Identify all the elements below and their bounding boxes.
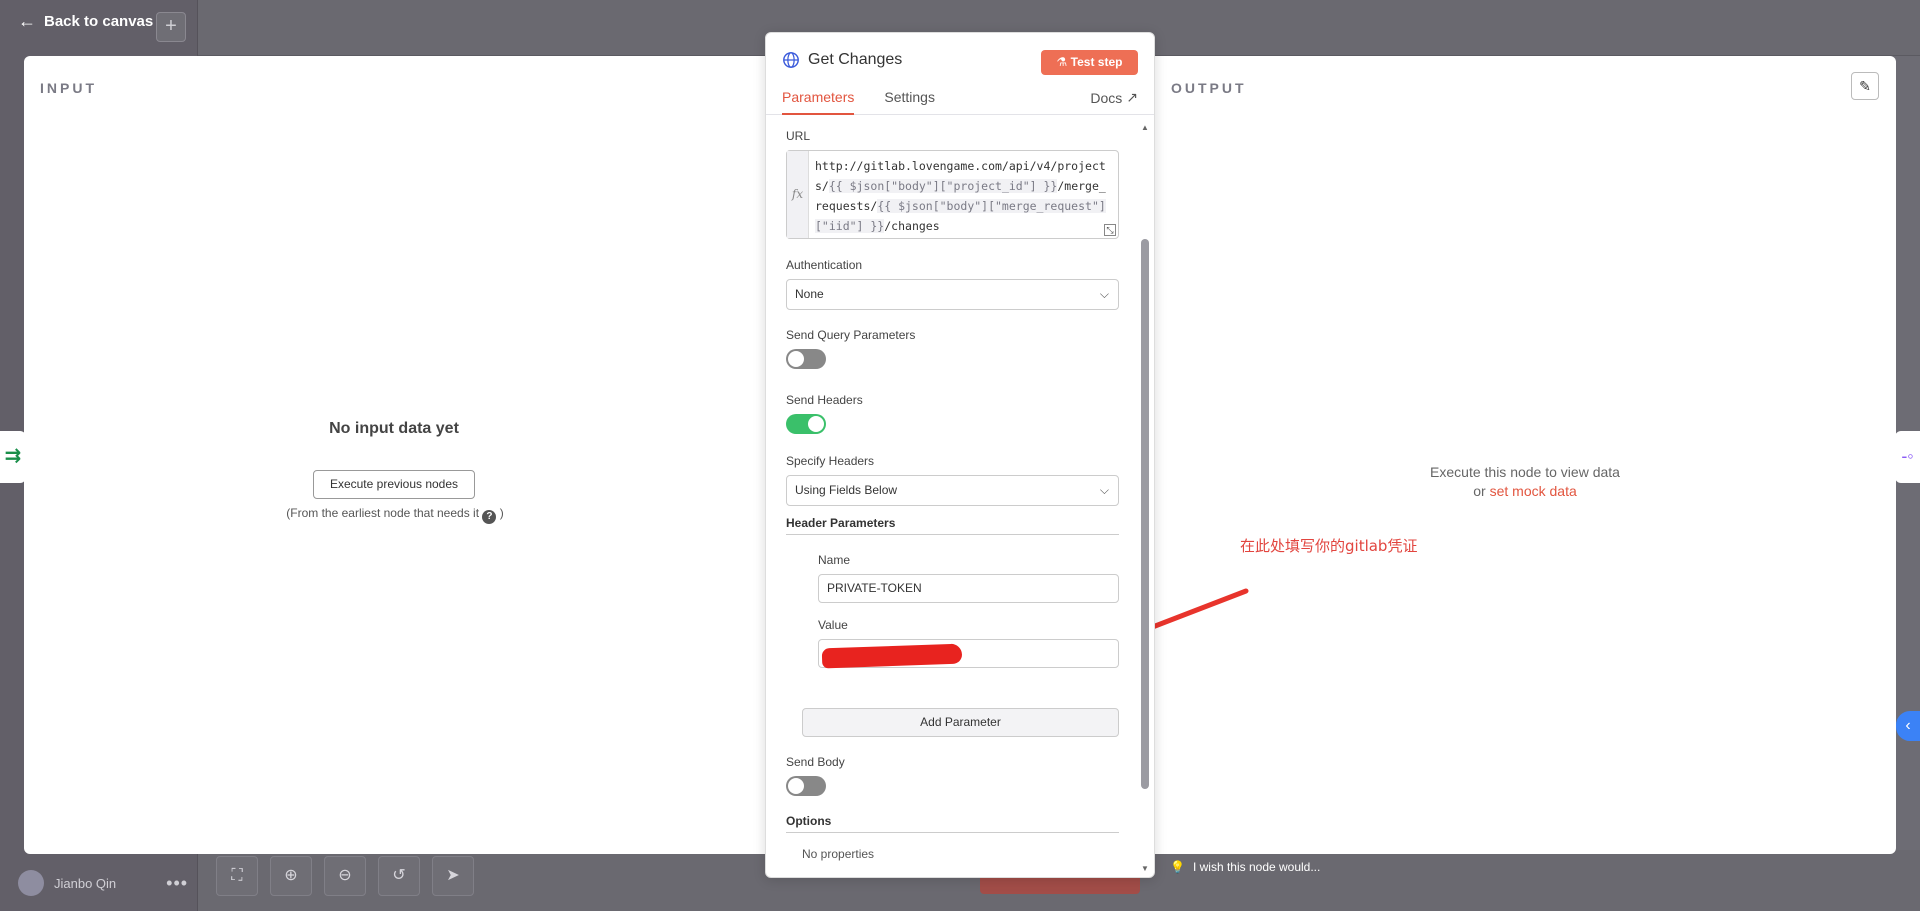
add-parameter-button[interactable]: Add Parameter <box>802 708 1119 737</box>
header-value-input[interactable] <box>818 639 1119 669</box>
chevron-down-icon: ⌵ <box>1099 287 1109 301</box>
tab-parameters[interactable]: Parameters <box>782 89 855 115</box>
no-properties-text: No properties <box>802 847 875 861</box>
user-name: Jianbo Qin <box>54 875 117 891</box>
parameters-form: URL fx http://gitlab.lovengame.com/api/v… <box>766 115 1146 877</box>
earliest-node-hint: (From the earliest node that needs it ? … <box>286 506 504 524</box>
input-pane-title: INPUT <box>40 80 97 96</box>
test-step-button[interactable]: ⚗ Test step <box>1041 50 1138 75</box>
pencil-icon: ✎ <box>1859 78 1871 94</box>
send-headers-toggle[interactable] <box>786 414 826 434</box>
send-headers-label: Send Headers <box>786 393 863 407</box>
output-pane-title: OUTPUT <box>1171 80 1247 96</box>
fit-view-button[interactable]: ⛶ <box>216 856 258 896</box>
specify-headers-select[interactable]: Using Fields Below ⌵ <box>786 475 1119 506</box>
node-title[interactable]: Get Changes <box>782 51 902 69</box>
add-workflow-button[interactable]: + <box>156 12 186 42</box>
scroll-thumb[interactable] <box>1141 239 1149 789</box>
reset-zoom-button[interactable]: ↺ <box>378 856 420 896</box>
zoom-out-button[interactable]: ⊖ <box>324 856 366 896</box>
expand-icon[interactable]: ⤡ <box>1104 224 1116 236</box>
node-tabs: Parameters Settings <box>782 89 965 115</box>
authentication-select[interactable]: None ⌵ <box>786 279 1119 310</box>
tab-settings[interactable]: Settings <box>884 89 935 115</box>
send-body-label: Send Body <box>786 755 845 769</box>
user-menu[interactable]: Jianbo Qin ••• <box>18 870 188 896</box>
input-node-handle[interactable]: ⇉ <box>0 431 26 483</box>
send-query-toggle[interactable] <box>786 349 826 369</box>
execute-previous-nodes-button[interactable]: Execute previous nodes <box>313 470 475 499</box>
chevron-down-icon: ⌵ <box>1099 483 1109 497</box>
question-icon[interactable]: ? <box>482 510 497 524</box>
zoom-in-button[interactable]: ⊕ <box>270 856 312 896</box>
url-label: URL <box>786 129 811 143</box>
more-icon[interactable]: ••• <box>166 873 188 894</box>
header-name-input[interactable]: PRIVATE-TOKEN <box>818 574 1119 603</box>
canvas-toolbar: ⛶ ⊕ ⊖ ↺ ➤ <box>216 856 474 896</box>
edit-output-button[interactable]: ✎ <box>1851 72 1879 100</box>
arrow-left-icon: ← <box>18 11 36 31</box>
chevron-left-icon[interactable]: ‹ <box>1896 711 1920 741</box>
avatar <box>18 870 44 896</box>
header-parameters-title: Header Parameters <box>786 516 1119 535</box>
back-to-canvas-link[interactable]: ← Back to canvas <box>18 12 153 30</box>
url-expression[interactable]: http://gitlab.lovengame.com/api/v4/proje… <box>809 151 1118 238</box>
send-body-toggle[interactable] <box>786 776 826 796</box>
no-input-title: No input data yet <box>329 420 459 437</box>
header-name-label: Name <box>818 553 851 567</box>
options-title: Options <box>786 814 1119 833</box>
lightbulb-icon: 💡 <box>1170 860 1185 874</box>
node-header: Get Changes ⚗ Test step Parameters Setti… <box>766 33 1154 115</box>
globe-icon <box>783 52 799 68</box>
url-field[interactable]: fx http://gitlab.lovengame.com/api/v4/pr… <box>786 150 1119 239</box>
header-value-label: Value <box>818 618 848 632</box>
node-parameters-panel: Get Changes ⚗ Test step Parameters Setti… <box>765 32 1155 878</box>
fx-icon: fx <box>787 151 809 238</box>
external-link-icon: ↗ <box>1126 89 1138 105</box>
docs-link[interactable]: Docs ↗ <box>1090 89 1138 106</box>
specify-headers-label: Specify Headers <box>786 454 875 468</box>
scroll-up-icon[interactable]: ▲ <box>1140 123 1150 132</box>
redaction-mark <box>821 643 963 669</box>
back-label: Back to canvas <box>44 12 154 30</box>
panel-scrollbar[interactable]: ▲ ▼ <box>1140 115 1150 877</box>
output-node-handle[interactable]: -◦ <box>1895 431 1920 483</box>
scroll-down-icon[interactable]: ▼ <box>1140 864 1150 873</box>
authentication-label: Authentication <box>786 258 863 272</box>
feedback-link[interactable]: 💡 I wish this node would... <box>1170 860 1320 874</box>
send-query-label: Send Query Parameters <box>786 328 916 342</box>
flask-icon: ⚗ <box>1056 55 1068 69</box>
tidy-up-button[interactable]: ➤ <box>432 856 474 896</box>
output-empty-message: Execute this node to view data or set mo… <box>1430 464 1620 499</box>
annotation-text: 在此处填写你的gitlab凭证 <box>1240 537 1418 555</box>
set-mock-data-link[interactable]: set mock data <box>1490 483 1577 499</box>
